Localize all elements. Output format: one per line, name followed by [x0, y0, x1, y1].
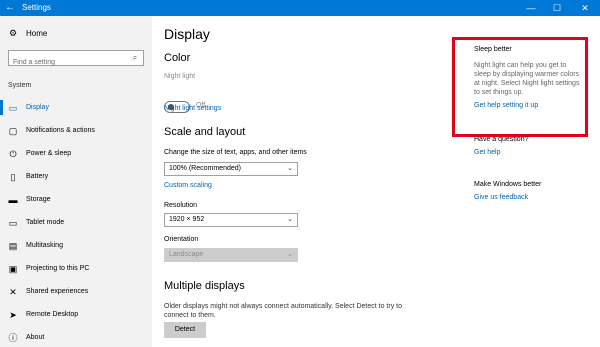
search-box[interactable]: ⌕	[8, 50, 144, 70]
sidebar-item-label: Battery	[26, 173, 49, 180]
sidebar-item-battery[interactable]: ▯ Battery	[0, 165, 152, 188]
sidebar-item-label: About	[26, 334, 45, 341]
sidebar-item-label: Storage	[26, 196, 51, 203]
display-icon: ▭	[8, 102, 18, 113]
sidebar-item-label: Notifications & actions	[26, 127, 95, 134]
tablet-icon: ▭	[8, 217, 18, 228]
sidebar-item-label: Display	[26, 104, 49, 111]
sidebar: ⚙ Home ⌕ System ▭ Display ▢ Notification…	[0, 16, 152, 347]
notifications-icon: ▢	[8, 125, 18, 136]
title-bar: ← Settings — ☐ ✕	[0, 0, 600, 16]
remote-desktop-icon: ➤	[9, 309, 17, 320]
shared-experiences-icon: ✕	[9, 286, 17, 297]
resolution-label: Resolution	[164, 202, 198, 209]
scale-heading: Scale and layout	[164, 126, 246, 138]
chevron-down-icon: ⌄	[287, 216, 293, 223]
chevron-down-icon: ⌄	[287, 165, 293, 172]
feedback-link[interactable]: Give us feedback	[474, 194, 528, 201]
resolution-value: 1920 × 952	[169, 216, 205, 223]
multiple-displays-heading: Multiple displays	[164, 280, 245, 292]
home-label: Home	[26, 28, 48, 38]
main-content: Display Color Night light Off Night ligh…	[164, 16, 444, 347]
sidebar-item-power-sleep[interactable]: ⏻ Power & sleep	[0, 142, 152, 165]
scale-value: 100% (Recommended)	[169, 165, 241, 172]
sidebar-nav: ▭ Display ▢ Notifications & actions ⏻ Po…	[0, 96, 152, 347]
sidebar-item-multitasking[interactable]: ▤ Multitasking	[0, 234, 152, 257]
night-light-label: Night light	[164, 73, 196, 80]
back-arrow-icon[interactable]: ←	[4, 2, 16, 14]
night-light-settings-link[interactable]: Night light settings	[164, 105, 221, 112]
chevron-down-icon: ⌄	[287, 251, 293, 258]
sleep-better-heading: Sleep better	[474, 46, 512, 53]
sidebar-item-shared-experiences[interactable]: ✕ Shared experiences	[0, 280, 152, 303]
sidebar-item-label: Tablet mode	[26, 219, 65, 226]
sleep-help-link[interactable]: Get help setting it up	[474, 102, 538, 109]
multitasking-icon: ▤	[8, 240, 18, 251]
sidebar-item-label: Power & sleep	[26, 150, 72, 157]
window-title: Settings	[22, 3, 51, 12]
info-icon: ⓘ	[8, 332, 18, 343]
sidebar-item-tablet-mode[interactable]: ▭ Tablet mode	[0, 211, 152, 234]
close-button[interactable]: ✕	[572, 0, 598, 16]
storage-icon: ▬	[8, 194, 18, 205]
custom-scaling-link[interactable]: Custom scaling	[164, 182, 212, 189]
sidebar-item-projecting[interactable]: ▣ Projecting to this PC	[0, 257, 152, 280]
search-icon[interactable]: ⌕	[130, 53, 140, 63]
detect-button[interactable]: Detect	[164, 322, 206, 338]
maximize-button[interactable]: ☐	[544, 0, 570, 16]
battery-icon: ▯	[10, 171, 16, 182]
orientation-value: Landscape	[169, 251, 204, 258]
windows-better-heading: Make Windows better	[474, 181, 542, 188]
color-heading: Color	[164, 52, 191, 64]
multiple-displays-description: Older displays might not always connect …	[164, 303, 402, 319]
orientation-label: Orientation	[164, 236, 199, 243]
sidebar-item-label: Projecting to this PC	[26, 265, 90, 272]
scale-label: Change the size of text, apps, and other…	[164, 149, 307, 156]
search-input[interactable]	[9, 55, 127, 70]
home-link[interactable]: ⚙ Home	[8, 26, 47, 40]
sidebar-item-display[interactable]: ▭ Display	[0, 96, 152, 119]
orientation-dropdown: Landscape ⌄	[164, 248, 298, 262]
page-title: Display	[164, 26, 210, 42]
sidebar-item-label: Multitasking	[26, 242, 63, 249]
sidebar-item-remote-desktop[interactable]: ➤ Remote Desktop	[0, 303, 152, 326]
question-heading: Have a question?	[474, 136, 529, 143]
get-help-link[interactable]: Get help	[474, 149, 500, 156]
sidebar-item-label: Remote Desktop	[26, 311, 79, 318]
section-label: System	[8, 82, 32, 89]
related-panel: Sleep better Night light can help you ge…	[452, 16, 588, 347]
minimize-button[interactable]: —	[518, 0, 544, 16]
sidebar-item-notifications[interactable]: ▢ Notifications & actions	[0, 119, 152, 142]
projecting-icon: ▣	[8, 263, 18, 274]
sidebar-item-storage[interactable]: ▬ Storage	[0, 188, 152, 211]
scale-dropdown[interactable]: 100% (Recommended) ⌄	[164, 162, 298, 176]
sleep-better-description: Night light can help you get to sleep by…	[474, 62, 580, 96]
sidebar-item-label: Shared experiences	[26, 288, 89, 295]
gear-icon: ⚙	[8, 28, 18, 38]
sidebar-item-about[interactable]: ⓘ About	[0, 326, 152, 347]
power-icon: ⏻	[9, 148, 17, 159]
resolution-dropdown[interactable]: 1920 × 952 ⌄	[164, 213, 298, 227]
